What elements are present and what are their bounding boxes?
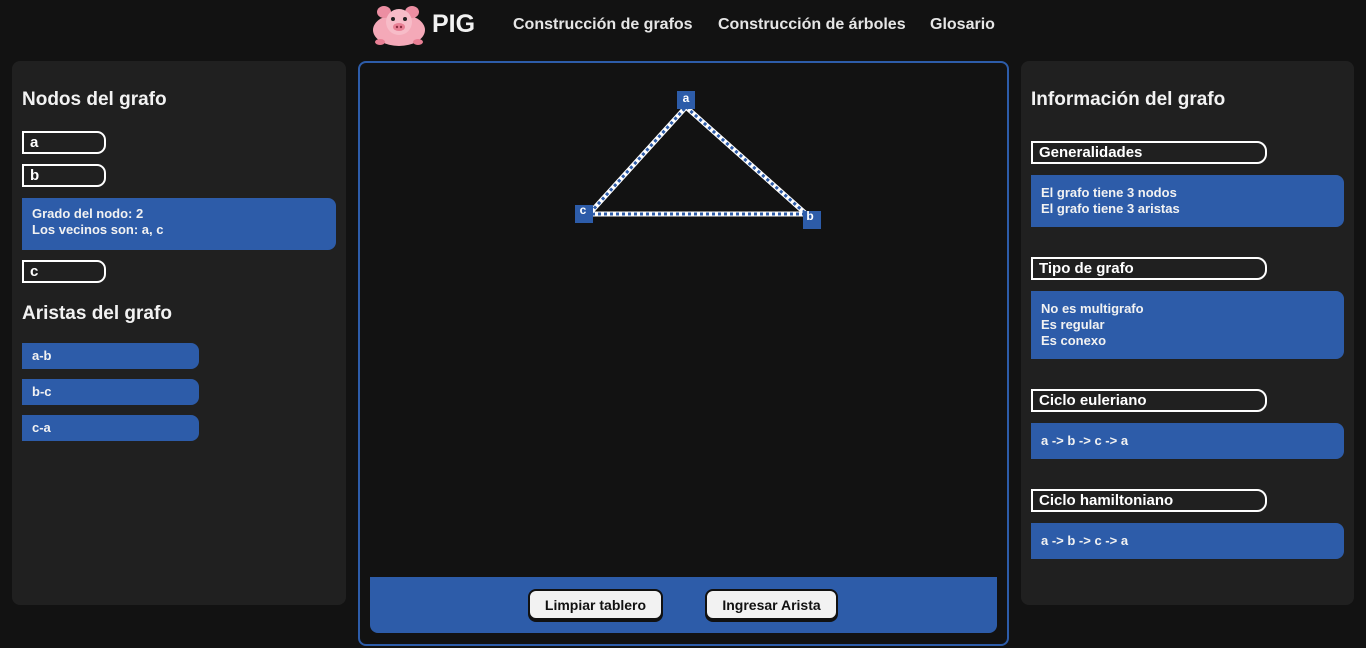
pig-logo[interactable] [370, 4, 428, 48]
nodes-panel: Nodos del grafo a b Grado del nodo: 2 Lo… [12, 61, 346, 605]
graph-node-c-label: c [580, 203, 587, 217]
add-edge-button[interactable]: Ingresar Arista [705, 589, 838, 620]
top-nav: PIG Construcción de grafos Construcción … [0, 0, 1366, 52]
clear-board-button[interactable]: Limpiar tablero [528, 589, 663, 620]
section-graph-type-body: No es multigrafo Es regular Es conexo [1031, 291, 1344, 359]
edges-title: Aristas del grafo [22, 303, 172, 324]
section-graph-type-title: Tipo de grafo [1031, 257, 1267, 280]
graph-node-a-label: a [683, 91, 690, 105]
node-info-card: Grado del nodo: 2 Los vecinos son: a, c [22, 198, 336, 250]
node-degree-text: Grado del nodo: 2 [32, 206, 144, 221]
section-generalities-title: Generalidades [1031, 141, 1267, 164]
info-line: El grafo tiene 3 aristas [1041, 201, 1180, 216]
node-neighbors-text: Los vecinos son: a, c [32, 222, 164, 237]
nav-tree-construction[interactable]: Construcción de árboles [718, 16, 906, 34]
info-line: El grafo tiene 3 nodos [1041, 185, 1177, 200]
section-generalities-body: El grafo tiene 3 nodos El grafo tiene 3 … [1031, 175, 1344, 227]
info-line: Es conexo [1041, 333, 1107, 348]
nodes-title: Nodos del grafo [22, 89, 167, 110]
nav-graph-construction[interactable]: Construcción de grafos [513, 16, 693, 34]
info-line: a -> b -> c -> a [1041, 433, 1129, 448]
node-item-c[interactable]: c [22, 260, 106, 283]
board-controls: Limpiar tablero Ingresar Arista [370, 577, 997, 633]
nav-glossary[interactable]: Glosario [930, 16, 995, 34]
section-hamiltonian-title: Ciclo hamiltoniano [1031, 489, 1267, 512]
node-item-b[interactable]: b [22, 164, 106, 187]
info-line: Es regular [1041, 317, 1105, 332]
edge-item-a-b[interactable]: a-b [22, 343, 199, 369]
section-hamiltonian-body: a -> b -> c -> a [1031, 523, 1344, 559]
section-eulerian-title: Ciclo euleriano [1031, 389, 1267, 412]
graph-info-title: Información del grafo [1031, 89, 1226, 110]
graph-info-panel: Información del grafo Generalidades El g… [1021, 61, 1354, 605]
graph-node-c[interactable]: c [575, 203, 593, 223]
section-eulerian-body: a -> b -> c -> a [1031, 423, 1344, 459]
graph-node-a[interactable]: a [677, 91, 695, 109]
graph-node-b-label: b [806, 209, 813, 223]
graph-board[interactable]: a b c Limpiar tablero Ingresar Arista [358, 61, 1009, 646]
info-line: No es multigrafo [1041, 301, 1144, 316]
edge-item-b-c[interactable]: b-c [22, 379, 199, 405]
graph-canvas[interactable]: a b c [360, 63, 1007, 573]
edges-layer [588, 105, 807, 217]
node-item-a[interactable]: a [22, 131, 106, 154]
brand-name[interactable]: PIG [432, 10, 475, 39]
graph-node-b[interactable]: b [803, 209, 821, 229]
info-line: a -> b -> c -> a [1041, 533, 1129, 548]
edge-item-c-a[interactable]: c-a [22, 415, 199, 441]
